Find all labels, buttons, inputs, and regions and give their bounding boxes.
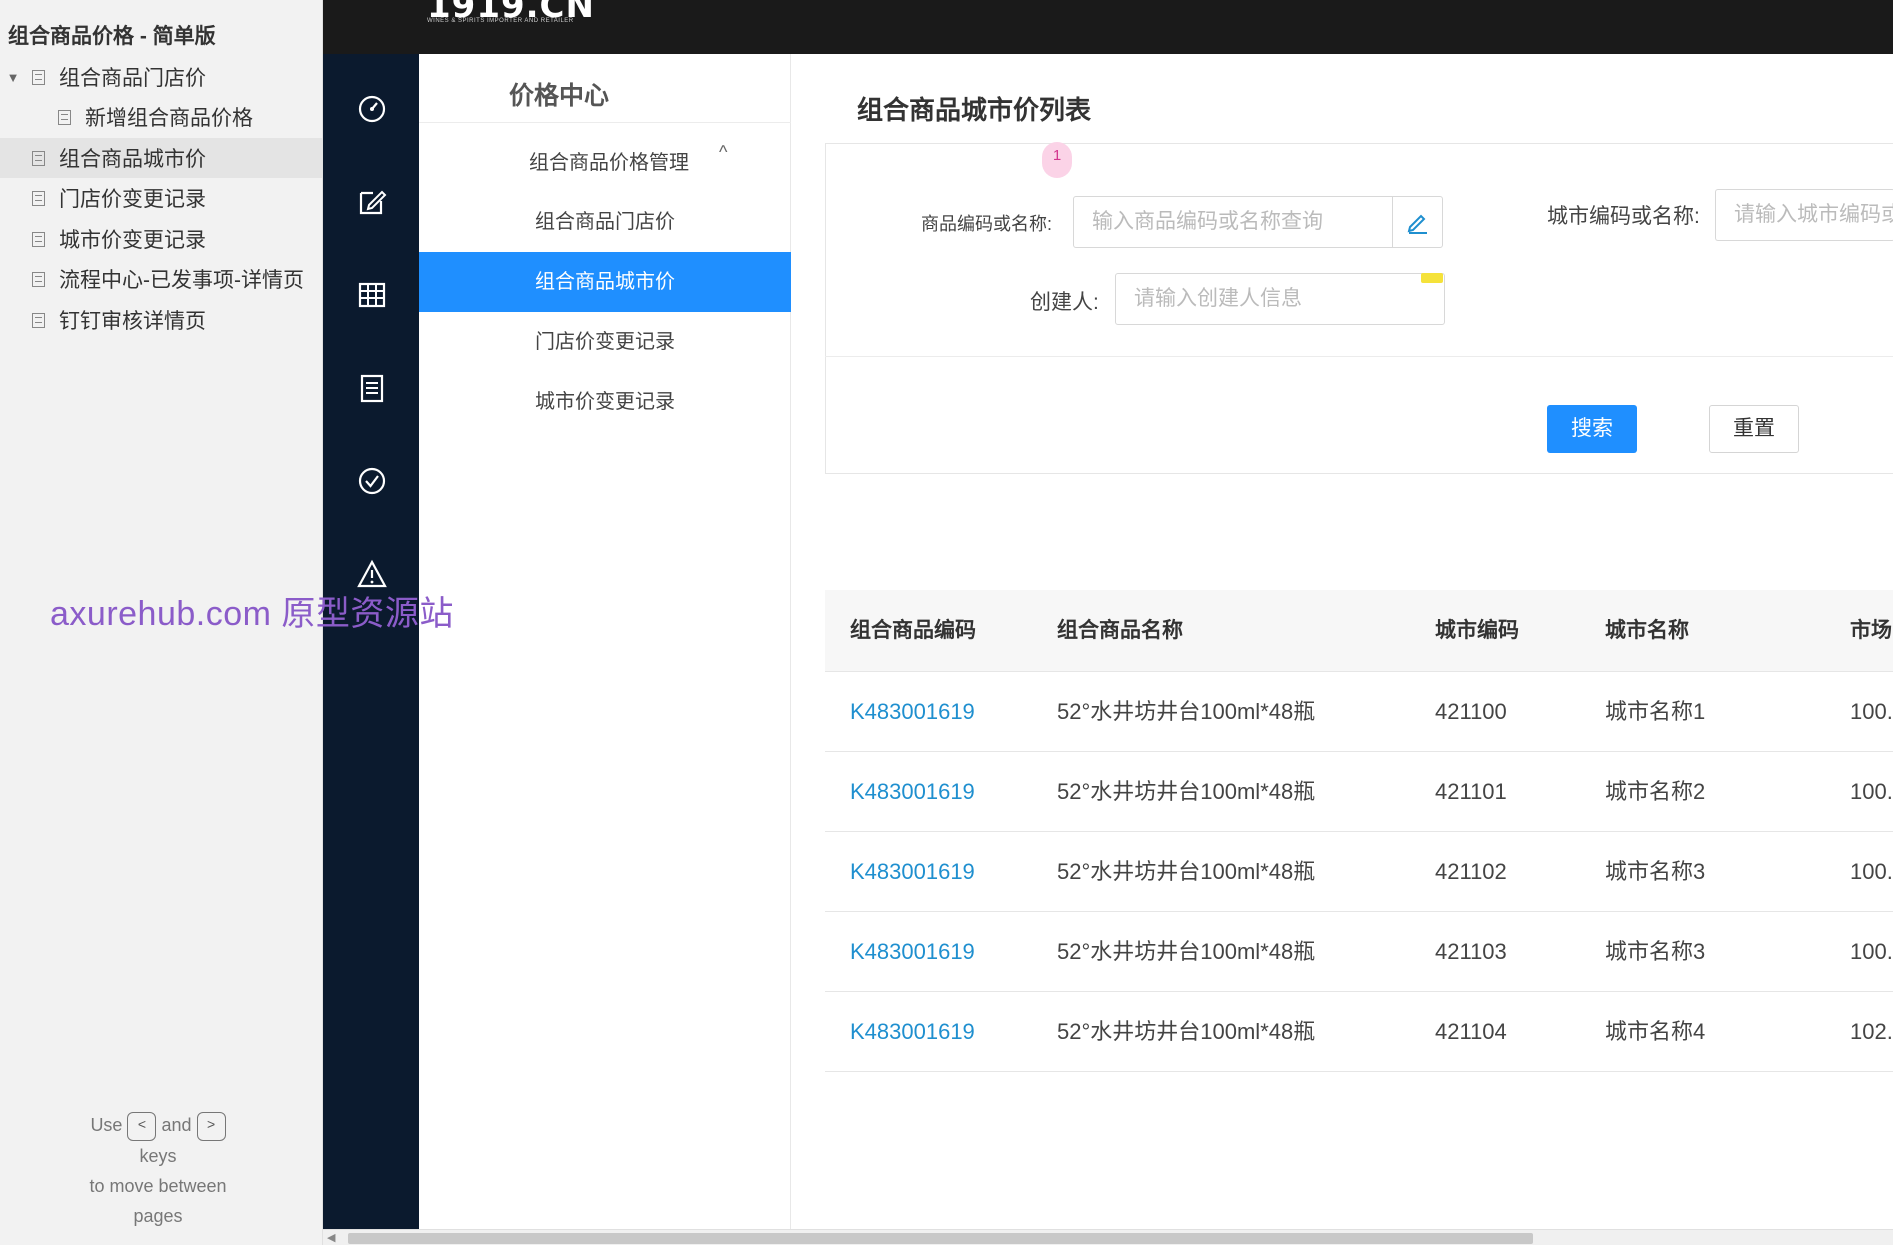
brand-tagline: WINES & SPIRITS IMPORTER AND RETAILER	[427, 18, 574, 24]
market-price-cell: 102.	[1850, 1019, 1893, 1044]
filter-divider	[825, 356, 1893, 357]
menu-divider	[419, 122, 791, 123]
column-header: 城市编码	[1435, 619, 1519, 642]
market-price-cell: 100.	[1850, 939, 1893, 964]
sitemap-item-label: 新增组合商品价格	[85, 107, 253, 130]
reset-button[interactable]: 重置	[1709, 405, 1799, 453]
prev-key-icon: <	[127, 1111, 157, 1141]
scrollbar-thumb[interactable]	[348, 1233, 1533, 1244]
market-price-cell: 100.	[1850, 699, 1893, 724]
city-name-cell: 城市名称1	[1605, 699, 1706, 724]
icon-sidebar	[323, 54, 419, 1229]
menu-item-city-price[interactable]: 组合商品城市价	[419, 252, 791, 312]
sitemap-item-city-price[interactable]: 组合商品城市价	[0, 138, 322, 178]
horizontal-scrollbar[interactable]: ◀	[323, 1229, 1893, 1245]
chevron-up-icon[interactable]: ^	[719, 142, 727, 163]
pencil-icon	[1407, 214, 1427, 234]
product-name-cell: 52°水井坊井台100ml*48瓶	[1057, 939, 1316, 964]
product-name-cell: 52°水井坊井台100ml*48瓶	[1057, 859, 1316, 884]
menu-item-city-change-log[interactable]: 城市价变更记录	[419, 372, 791, 432]
product-picker-button[interactable]	[1392, 197, 1440, 247]
city-code-cell: 421104	[1435, 1019, 1507, 1044]
table-row: K483001619 52°水井坊井台100ml*48瓶 421103 城市名称…	[825, 912, 1893, 992]
grid-icon[interactable]	[357, 280, 387, 310]
city-code-cell: 421103	[1435, 939, 1507, 964]
edit-icon[interactable]	[357, 187, 387, 217]
table-row: K483001619 52°水井坊井台100ml*48瓶 421104 城市名称…	[825, 992, 1893, 1072]
city-name-cell: 城市名称4	[1605, 1019, 1706, 1044]
city-search-input[interactable]: 请输入城市编码或名称	[1715, 189, 1893, 241]
list-icon[interactable]	[357, 373, 387, 403]
sitemap-item-city-change-log[interactable]: 城市价变更记录	[0, 219, 322, 259]
sitemap-item-label: 城市价变更记录	[59, 229, 206, 252]
column-header: 城市名称	[1605, 619, 1689, 642]
dashboard-icon[interactable]	[357, 94, 387, 124]
secondary-menu: 价格中心 组合商品价格管理 ^ 组合商品门店价 组合商品城市价 门店价变更记录 …	[419, 54, 791, 1229]
table-row: K483001619 52°水井坊井台100ml*48瓶 421101 城市名称…	[825, 752, 1893, 832]
table-row: K483001619 52°水井坊井台100ml*48瓶 421100 城市名称…	[825, 672, 1893, 752]
sitemap-item-label: 组合商品城市价	[59, 148, 206, 171]
creator-input[interactable]: 请输入创建人信息	[1115, 273, 1445, 325]
sitemap-item-label: 组合商品门店价	[59, 67, 206, 90]
page-icon	[32, 69, 45, 85]
creator-filter-label: 创建人:	[1030, 291, 1099, 314]
column-header: 市场	[1850, 619, 1892, 642]
product-filter-label: 商品编码或名称:	[921, 214, 1053, 234]
search-button[interactable]: 搜索	[1547, 405, 1637, 453]
page-icon	[32, 271, 45, 287]
column-header: 组合商品编码	[850, 619, 976, 642]
city-code-cell: 421100	[1435, 699, 1507, 724]
sitemap-title: 组合商品价格 - 简单版	[8, 25, 216, 48]
expand-triangle-icon[interactable]: ▼	[6, 70, 20, 85]
product-code-link[interactable]: K483001619	[850, 752, 975, 832]
check-circle-icon[interactable]	[357, 466, 387, 496]
page-icon	[32, 312, 45, 328]
sitemap-item-store-price[interactable]: ▼ 组合商品门店价	[0, 57, 322, 97]
city-code-cell: 421102	[1435, 859, 1507, 884]
product-name-cell: 52°水井坊井台100ml*48瓶	[1057, 1019, 1316, 1044]
scroll-left-icon[interactable]: ◀	[327, 1230, 339, 1245]
city-filter-label: 城市编码或名称:	[1547, 205, 1700, 228]
product-name-cell: 52°水井坊井台100ml*48瓶	[1057, 779, 1316, 804]
product-name-cell: 52°水井坊井台100ml*48瓶	[1057, 699, 1316, 724]
product-search-input[interactable]: 输入商品编码或名称查询	[1073, 196, 1443, 248]
product-code-link[interactable]: K483001619	[850, 832, 975, 912]
warning-icon[interactable]	[357, 559, 387, 589]
sitemap-item-label: 钉钉审核详情页	[59, 310, 206, 333]
watermark-text: axurehub.com 原型资源站	[50, 595, 454, 633]
market-price-cell: 100.	[1850, 859, 1893, 884]
sitemap-item-store-change-log[interactable]: 门店价变更记录	[0, 178, 322, 218]
sitemap-item-label: 门店价变更记录	[59, 188, 206, 211]
page-icon	[32, 150, 45, 166]
sitemap-item-dingtalk-detail[interactable]: 钉钉审核详情页	[0, 300, 322, 340]
next-key-icon: >	[196, 1111, 226, 1141]
top-header: 1919.CN WINES & SPIRITS IMPORTER AND RET…	[323, 0, 1893, 54]
menu-title: 价格中心	[509, 82, 610, 110]
market-price-cell: 100.	[1850, 779, 1893, 804]
sitemap-item-label: 流程中心-已发事项-详情页	[59, 269, 304, 292]
sitemap-item-new-price[interactable]: 新增组合商品价格	[0, 97, 322, 137]
product-code-link[interactable]: K483001619	[850, 672, 975, 752]
note-marker	[1421, 273, 1443, 283]
annotation-badge: 1	[1042, 142, 1072, 178]
menu-item-store-price[interactable]: 组合商品门店价	[419, 192, 791, 252]
menu-item-store-change-log[interactable]: 门店价变更记录	[419, 312, 791, 372]
city-name-cell: 城市名称2	[1605, 779, 1706, 804]
menu-group-price-management[interactable]: 组合商品价格管理	[529, 146, 689, 175]
page-title: 组合商品城市价列表	[857, 95, 1092, 125]
product-code-link[interactable]: K483001619	[850, 992, 975, 1072]
column-header: 组合商品名称	[1057, 619, 1183, 642]
keyboard-hint: Use < and > keys to move between pages	[0, 1110, 316, 1231]
page-icon	[32, 231, 45, 247]
product-code-link[interactable]: K483001619	[850, 912, 975, 992]
table-header: 组合商品编码 组合商品名称 城市编码 城市名称 市场	[825, 590, 1893, 672]
city-code-cell: 421101	[1435, 779, 1507, 804]
city-name-cell: 城市名称3	[1605, 939, 1706, 964]
sitemap-item-process-detail[interactable]: 流程中心-已发事项-详情页	[0, 259, 322, 299]
page-icon	[58, 109, 71, 125]
table-row: K483001619 52°水井坊井台100ml*48瓶 421102 城市名称…	[825, 832, 1893, 912]
city-name-cell: 城市名称3	[1605, 859, 1706, 884]
page-icon	[32, 190, 45, 206]
